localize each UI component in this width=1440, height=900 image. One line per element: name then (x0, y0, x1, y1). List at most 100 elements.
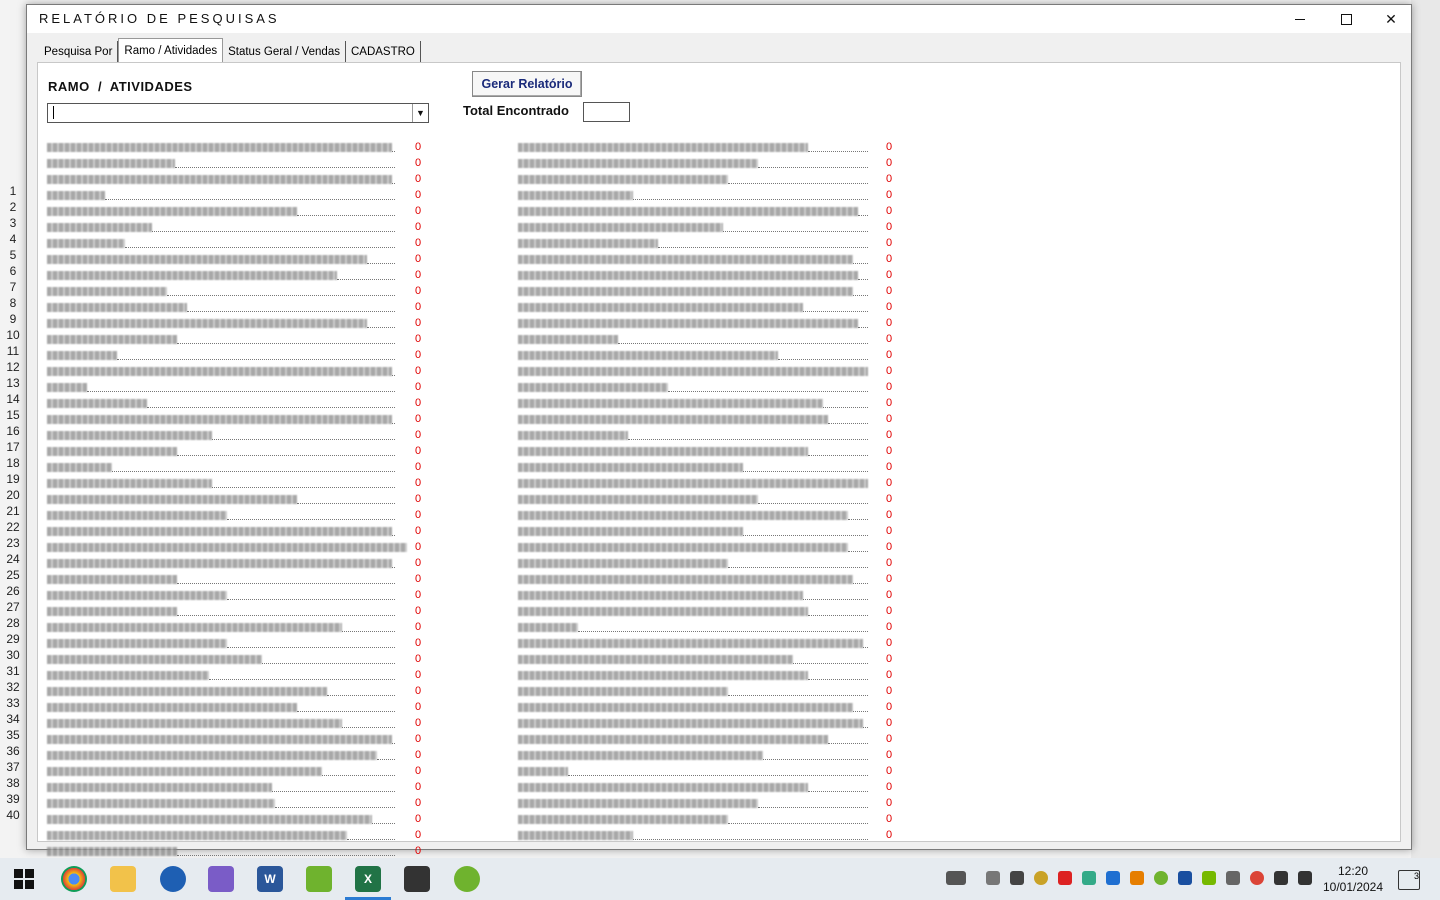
row-number: 16 (6, 424, 20, 438)
count-value: 0 (886, 301, 893, 313)
chevron-down-icon[interactable]: ▼ (412, 104, 428, 122)
redacted-label (518, 159, 758, 168)
row-number: 23 (6, 536, 20, 550)
redacted-label (518, 287, 853, 296)
nvidia-icon[interactable] (1202, 871, 1216, 885)
row-number: 17 (6, 440, 20, 454)
tray-icon[interactable] (1034, 871, 1048, 885)
dot-leader (823, 407, 868, 409)
redacted-label (47, 271, 337, 280)
dot-leader (758, 807, 868, 809)
background-columns (1411, 0, 1440, 858)
count-value: 0 (886, 813, 893, 825)
dot-leader (848, 551, 868, 553)
tray-icon[interactable] (1058, 871, 1072, 885)
tray-icon[interactable] (1010, 871, 1024, 885)
tray-icon[interactable] (1082, 871, 1096, 885)
count-value: 0 (886, 205, 893, 217)
row-number: 21 (6, 504, 20, 518)
row-number: 24 (6, 552, 20, 566)
dot-leader (743, 471, 868, 473)
dot-leader (863, 727, 868, 729)
excel-icon[interactable]: X (355, 866, 381, 892)
row-number: 36 (6, 744, 20, 758)
app-icon[interactable] (160, 866, 186, 892)
dot-leader (803, 311, 868, 313)
count-value: 0 (886, 797, 893, 809)
dot-leader (377, 759, 395, 761)
chrome-icon[interactable] (61, 866, 87, 892)
close-button[interactable]: ✕ (1368, 5, 1414, 33)
tab-ramo-atividades[interactable]: Ramo / Atividades (118, 38, 224, 64)
tray-icon[interactable] (1226, 871, 1240, 885)
count-value: 0 (886, 637, 893, 649)
windows-start-icon[interactable] (14, 869, 34, 889)
dot-leader (858, 327, 868, 329)
row-number: 40 (6, 808, 20, 822)
tab-cadastro[interactable]: CADASTRO (345, 41, 421, 63)
clock[interactable]: 12:20 10/01/2024 (1322, 863, 1384, 895)
volume-icon[interactable] (1298, 871, 1312, 885)
tray-icon[interactable] (1154, 871, 1168, 885)
dot-leader (227, 519, 395, 521)
maximize-icon (1340, 13, 1352, 25)
camera-app-icon[interactable] (404, 866, 430, 892)
count-value: 0 (886, 221, 893, 233)
generate-report-button[interactable]: Gerar Relatório (472, 71, 582, 97)
redacted-label (47, 239, 125, 248)
redacted-label (47, 543, 407, 552)
bluetooth-icon[interactable] (1106, 871, 1120, 885)
minimize-button[interactable] (1277, 5, 1323, 33)
redacted-label (518, 143, 808, 152)
torrent-icon[interactable] (306, 866, 332, 892)
dot-leader (272, 791, 395, 793)
dot-leader (618, 343, 868, 345)
redacted-label (518, 319, 858, 328)
network-icon[interactable] (1274, 871, 1288, 885)
redacted-label (518, 783, 808, 792)
dot-leader (808, 679, 868, 681)
tray-icon[interactable] (1178, 871, 1192, 885)
count-value: 0 (886, 509, 893, 521)
redacted-label (47, 463, 112, 472)
notification-icon[interactable]: 3 (1398, 870, 1420, 890)
row-number: 11 (6, 344, 20, 358)
count-value: 0 (415, 365, 422, 377)
redacted-label (47, 703, 297, 712)
count-value: 0 (886, 269, 893, 281)
media-player-icon[interactable] (208, 866, 234, 892)
tab-pesquisa-por[interactable]: Pesquisa Por (39, 41, 119, 63)
redacted-label (47, 607, 177, 616)
title-bar[interactable]: RELATÓRIO DE PESQUISAS ✕ (27, 5, 1411, 33)
redacted-label (47, 639, 227, 648)
redacted-label (47, 799, 275, 808)
row-number: 9 (9, 312, 17, 326)
dot-leader (105, 199, 395, 201)
redacted-label (47, 191, 105, 200)
file-explorer-icon[interactable] (110, 866, 136, 892)
redacted-label (47, 815, 372, 824)
dot-leader (863, 647, 868, 649)
dot-leader (853, 711, 868, 713)
redacted-label (47, 655, 262, 664)
total-found-label: Total Encontrado (463, 103, 569, 118)
total-found-field[interactable] (583, 102, 630, 122)
keyboard-icon[interactable] (946, 871, 966, 885)
ramo-combobox[interactable]: ▼ (47, 103, 429, 123)
redacted-label (518, 463, 743, 472)
maximize-button[interactable] (1323, 5, 1369, 33)
redacted-label (518, 447, 808, 456)
utorrent-icon[interactable] (454, 866, 480, 892)
count-value: 0 (886, 285, 893, 297)
tray-icon[interactable] (986, 871, 1000, 885)
word-icon[interactable]: W (257, 866, 283, 892)
chrome-tray-icon[interactable] (1250, 871, 1264, 885)
count-value: 0 (886, 829, 893, 841)
redacted-label (47, 559, 392, 568)
tab-status-geral-vendas[interactable]: Status Geral / Vendas (223, 41, 346, 63)
row-number: 32 (6, 680, 20, 694)
count-value: 0 (415, 717, 422, 729)
search-icon[interactable] (1130, 871, 1144, 885)
count-value: 0 (415, 157, 422, 169)
row-number: 6 (9, 264, 17, 278)
